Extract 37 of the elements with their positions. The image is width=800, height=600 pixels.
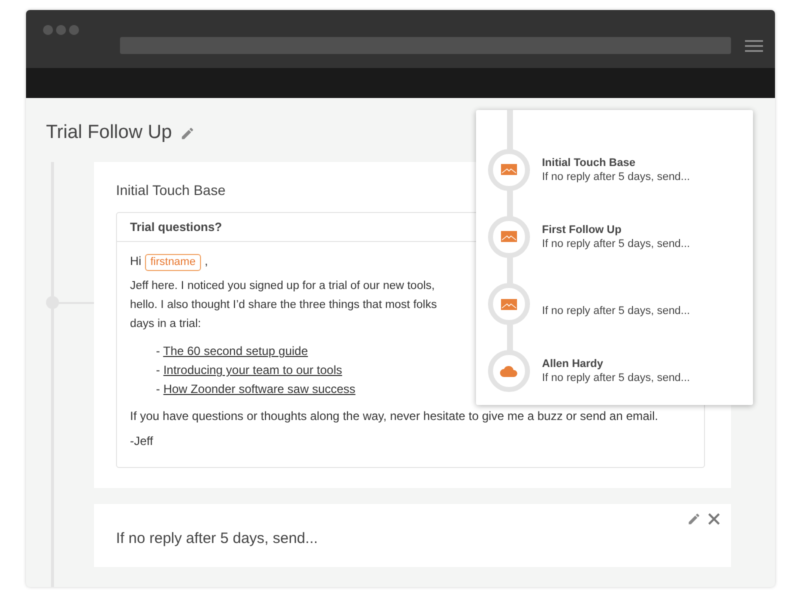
step-detail: If no reply after 5 days, send... [542,170,690,184]
close-button[interactable] [707,512,721,526]
envelope-icon [501,231,517,242]
sequence-item[interactable]: If no reply after 5 days, send... [476,270,753,338]
guide-link[interactable]: Introducing your team to our tools [163,363,342,377]
greeting-text: Hi [130,254,142,268]
edit-icon [687,512,701,526]
sequence-item[interactable]: Initial Touch Base If no reply after 5 days, send... [476,136,753,204]
email-signature: -Jeff [130,433,154,450]
cloud-icon [500,365,518,378]
guide-link[interactable]: The 60 second setup guide [163,344,308,358]
page-title: Trial Follow Up [46,122,172,144]
greeting-punctuation: , [204,254,208,268]
close-icon [707,512,721,526]
email-paragraph: If you have questions or thoughts along the way, never hesitate to give me a buzz or send an email. [130,408,660,425]
merge-tag: firstname [145,254,201,271]
email-text-line: days in a trial: [130,317,201,332]
guide-link[interactable]: How Zoonder software saw success [163,382,356,396]
menu-icon[interactable] [745,40,763,52]
step-title: Allen Hardy [542,357,604,372]
list-bullet: - [156,382,160,396]
list-bullet: - [156,363,160,377]
step-title: Initial Touch Base [542,156,636,170]
envelope-icon [501,164,517,176]
step-detail: If no reply after 5 days, send... [542,371,690,386]
list-bullet: - [156,344,160,358]
email-text-line: hello. I also thought I’d share the three things that most folks [130,298,437,313]
sequence-item[interactable]: Allen Hardy If no reply after 5 days, send... [476,338,753,405]
step-heading: If no reply after 5 days, send... [116,530,319,547]
step-heading: Initial Touch Base [116,182,226,198]
step-detail: If no reply after 5 days, send... [542,304,690,318]
edit-icon [180,126,195,140]
email-text-line: Jeff here. I noticed you signed up for a trial of our new tools, [130,279,435,294]
envelope-icon [501,298,517,310]
step-title: First Follow Up [542,222,622,237]
edit-button[interactable] [687,512,701,526]
window-controls-icon [42,24,80,36]
